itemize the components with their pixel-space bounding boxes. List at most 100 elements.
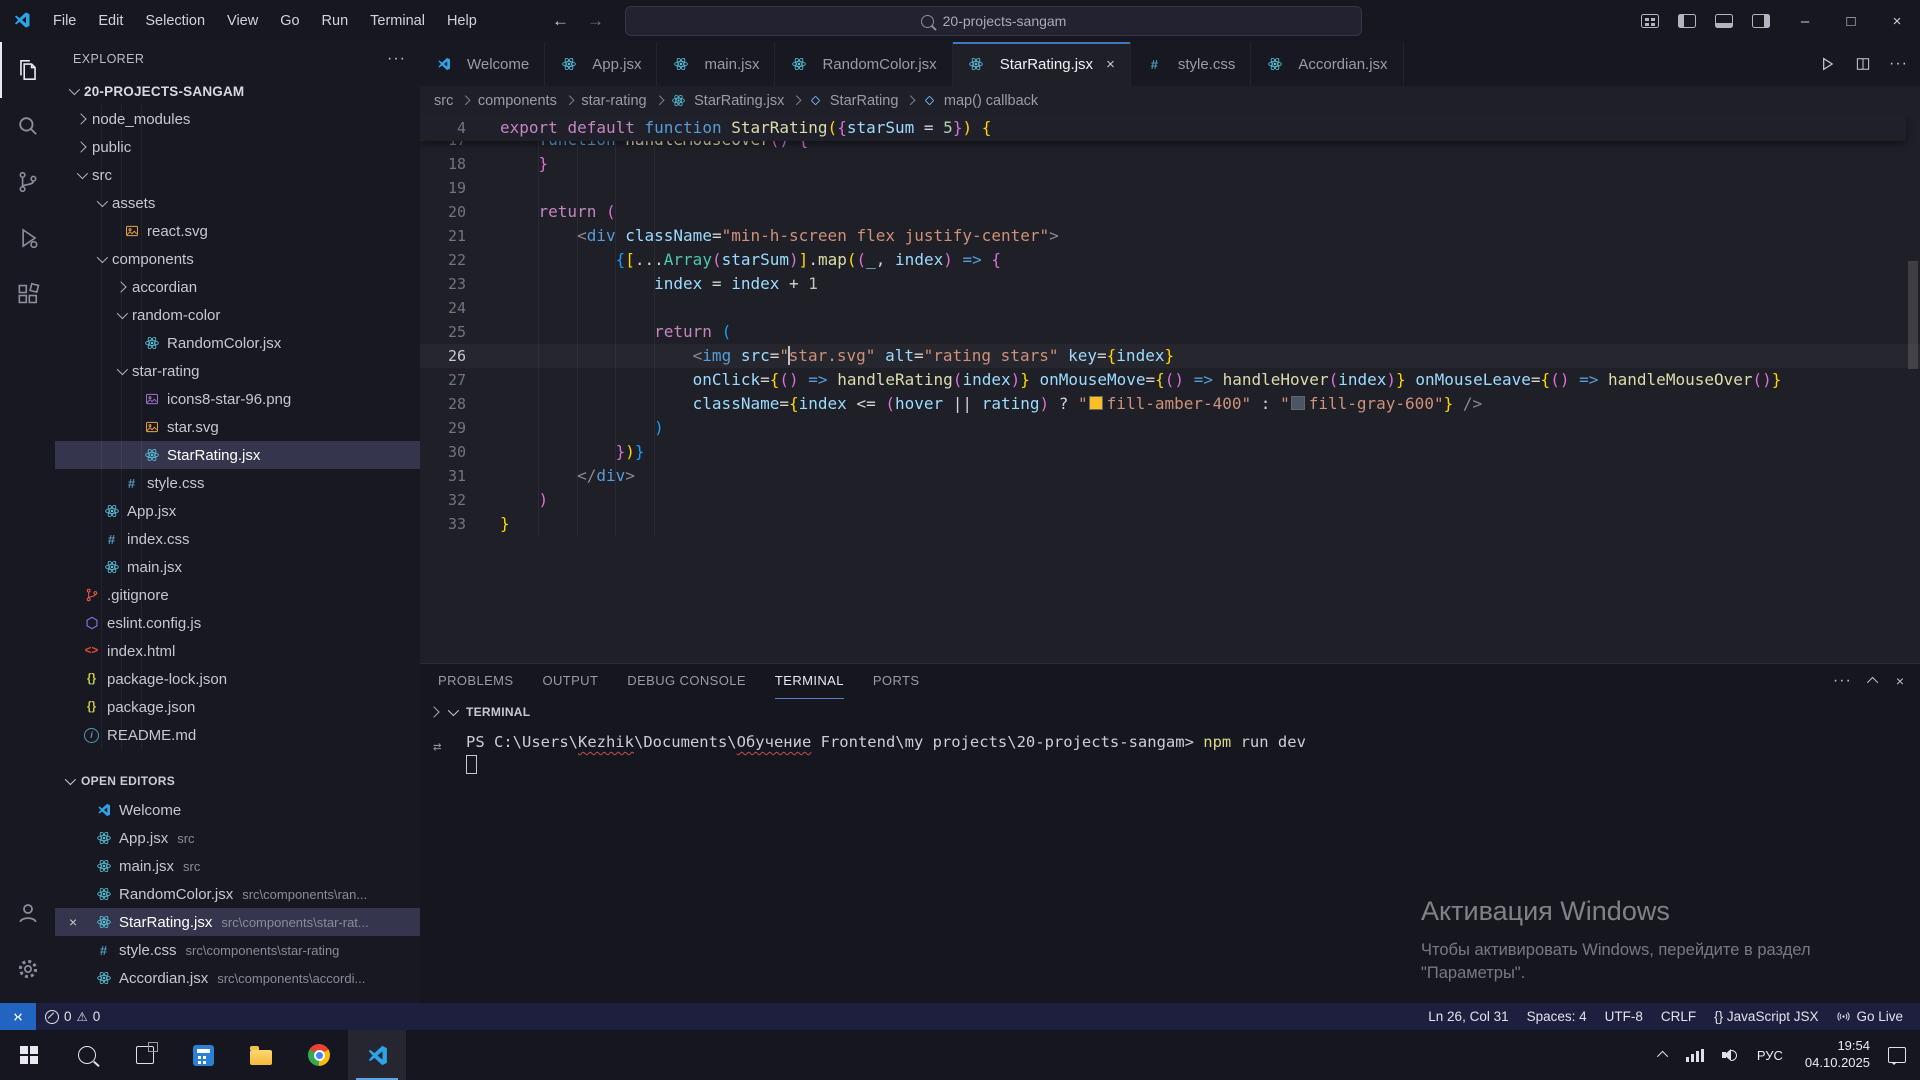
code-line-33[interactable]: 33} [420,512,1920,536]
tree-item-icons8-star-96-png[interactable]: icons8-star-96.png [55,385,420,413]
chevron-down-icon[interactable] [448,705,459,716]
tab-main-jsx[interactable]: main.jsx [657,42,775,86]
panel-tab-problems[interactable]: PROBLEMS [438,664,513,699]
panel-tab-terminal[interactable]: TERMINAL [775,664,844,699]
tab-accordian-jsx[interactable]: Accordian.jsx [1251,42,1403,86]
menu-selection[interactable]: Selection [134,13,216,29]
go-live-button[interactable]: Go Live [1827,1003,1912,1030]
tree-item-assets[interactable]: assets [55,189,420,217]
encoding-setting[interactable]: UTF-8 [1596,1003,1652,1030]
code-line-23[interactable]: 23 index = index + 1 [420,272,1920,296]
breadcrumb-starrating-jsx[interactable]: StarRating.jsx [694,93,784,109]
notification-center-icon[interactable] [1888,1047,1906,1063]
tab-app-jsx[interactable]: App.jsx [545,42,657,86]
close-tab-icon[interactable]: × [1106,56,1115,73]
run-file-icon[interactable] [1817,54,1837,74]
maximize-panel-icon[interactable] [1867,677,1878,688]
breadcrumb-map-callback[interactable]: map() callback [944,93,1038,109]
tab-randomcolor-jsx[interactable]: RandomColor.jsx [775,42,952,86]
tree-item-eslint-config-js[interactable]: eslint.config.js [55,609,420,637]
timeline-header[interactable]: TIMELINE [55,996,420,1003]
tree-root[interactable]: 20-PROJECTS-SANGAM [55,77,420,105]
file-explorer-icon[interactable] [232,1030,290,1080]
menu-help[interactable]: Help [436,13,488,29]
tab-welcome[interactable]: Welcome [420,42,545,86]
code-line-27[interactable]: 27 onClick={() => handleRating(index)} o… [420,368,1920,392]
menu-terminal[interactable]: Terminal [359,13,436,29]
tree-item-starrating-jsx[interactable]: StarRating.jsx [55,441,420,469]
vscode-taskbar-icon[interactable] [348,1030,406,1080]
taskbar-search-button[interactable] [58,1030,116,1080]
hidden-icons-chevron[interactable] [1651,1051,1677,1059]
code-line-21[interactable]: 21 <div className="min-h-screen flex jus… [420,224,1920,248]
tab-style-css[interactable]: #style.css [1131,42,1252,86]
tree-item-accordian[interactable]: accordian [55,273,420,301]
eol-setting[interactable]: CRLF [1652,1003,1705,1030]
code-line-20[interactable]: 20 return ( [420,200,1920,224]
tree-item-node-modules[interactable]: node_modules [55,105,420,133]
code-line-32[interactable]: 32 ) [420,488,1920,512]
maximize-button[interactable]: □ [1828,0,1874,42]
close-panel-icon[interactable]: × [1896,673,1904,689]
forward-arrow-icon[interactable]: → [587,11,604,31]
breadcrumb-star-rating[interactable]: star-rating [581,93,646,109]
activity-explorer[interactable] [0,42,55,98]
breadcrumb-components[interactable]: components [478,93,557,109]
problems-status[interactable]: 0 ⚠ 0 [36,1003,109,1030]
cursor-position[interactable]: Ln 26, Col 31 [1419,1003,1517,1030]
close-button[interactable]: × [1874,0,1920,42]
toggle-secondary-sidebar-icon[interactable] [1752,14,1770,29]
split-editor-icon[interactable] [1854,55,1872,73]
tree-item-gitignore[interactable]: .gitignore [55,581,420,609]
tree-item-readme-md[interactable]: iREADME.md [55,721,420,749]
panel-tab-debug-console[interactable]: DEBUG CONSOLE [627,664,746,699]
open-editor-app-jsx[interactable]: App.jsxsrc [55,824,420,852]
back-arrow-icon[interactable]: ← [552,11,569,31]
open-editor-accordian-jsx[interactable]: Accordian.jsxsrc\components\accordi... [55,964,420,992]
tree-item-package-json[interactable]: {}package.json [55,693,420,721]
activity-source-control[interactable] [0,154,55,210]
tree-item-app-jsx[interactable]: App.jsx [55,497,420,525]
activity-settings[interactable] [0,941,55,997]
calculator-app-icon[interactable] [174,1030,232,1080]
tree-item-main-jsx[interactable]: main.jsx [55,553,420,581]
code-editor[interactable]: 4export default function StarRating({sta… [420,115,1920,664]
menu-file[interactable]: File [42,13,87,29]
code-line-25[interactable]: 25 return ( [420,320,1920,344]
minimize-button[interactable]: – [1782,0,1828,42]
activity-accounts[interactable] [0,885,55,941]
more-editor-actions-icon[interactable]: ··· [1889,55,1908,73]
menu-edit[interactable]: Edit [87,13,134,29]
code-line-24[interactable]: 24 [420,296,1920,320]
panel-collapse-icon[interactable] [428,706,439,717]
more-panel-actions-icon[interactable]: ··· [1833,672,1852,690]
menu-run[interactable]: Run [311,13,360,29]
tree-item-react-svg[interactable]: react.svg [55,217,420,245]
breadcrumb-starrating[interactable]: StarRating [830,93,899,109]
activity-search[interactable] [0,98,55,154]
tree-item-randomcolor-jsx[interactable]: RandomColor.jsx [55,329,420,357]
panel-tab-ports[interactable]: PORTS [873,664,920,699]
tree-item-star-svg[interactable]: star.svg [55,413,420,441]
toggle-panel-icon[interactable] [1715,14,1733,29]
language-indicator[interactable]: РУС [1747,1048,1793,1063]
start-button[interactable] [0,1030,58,1080]
chrome-icon[interactable] [290,1030,348,1080]
close-editor-icon[interactable]: × [69,914,95,930]
tree-item-public[interactable]: public [55,133,420,161]
network-icon[interactable] [1677,1049,1713,1062]
tree-item-random-color[interactable]: random-color [55,301,420,329]
panel-tab-output[interactable]: OUTPUT [542,664,598,699]
open-editor-starrating-jsx[interactable]: ×StarRating.jsxsrc\components\star-rat..… [55,908,420,936]
code-line-18[interactable]: 18 } [420,152,1920,176]
code-line-29[interactable]: 29 ) [420,416,1920,440]
code-line-28[interactable]: 28 className={index <= (hover || rating)… [420,392,1920,416]
tree-item-components[interactable]: components [55,245,420,273]
language-mode[interactable]: {} JavaScript JSX [1705,1003,1827,1030]
command-center-search[interactable]: 20-projects-sangam [625,6,1362,36]
code-line-26[interactable]: 26 <img src="star.svg" alt="rating stars… [420,344,1920,368]
tree-item-index-css[interactable]: #index.css [55,525,420,553]
remote-indicator[interactable] [0,1003,36,1030]
toggle-sidebar-icon[interactable] [1678,14,1696,29]
more-actions-icon[interactable]: ··· [387,50,406,68]
